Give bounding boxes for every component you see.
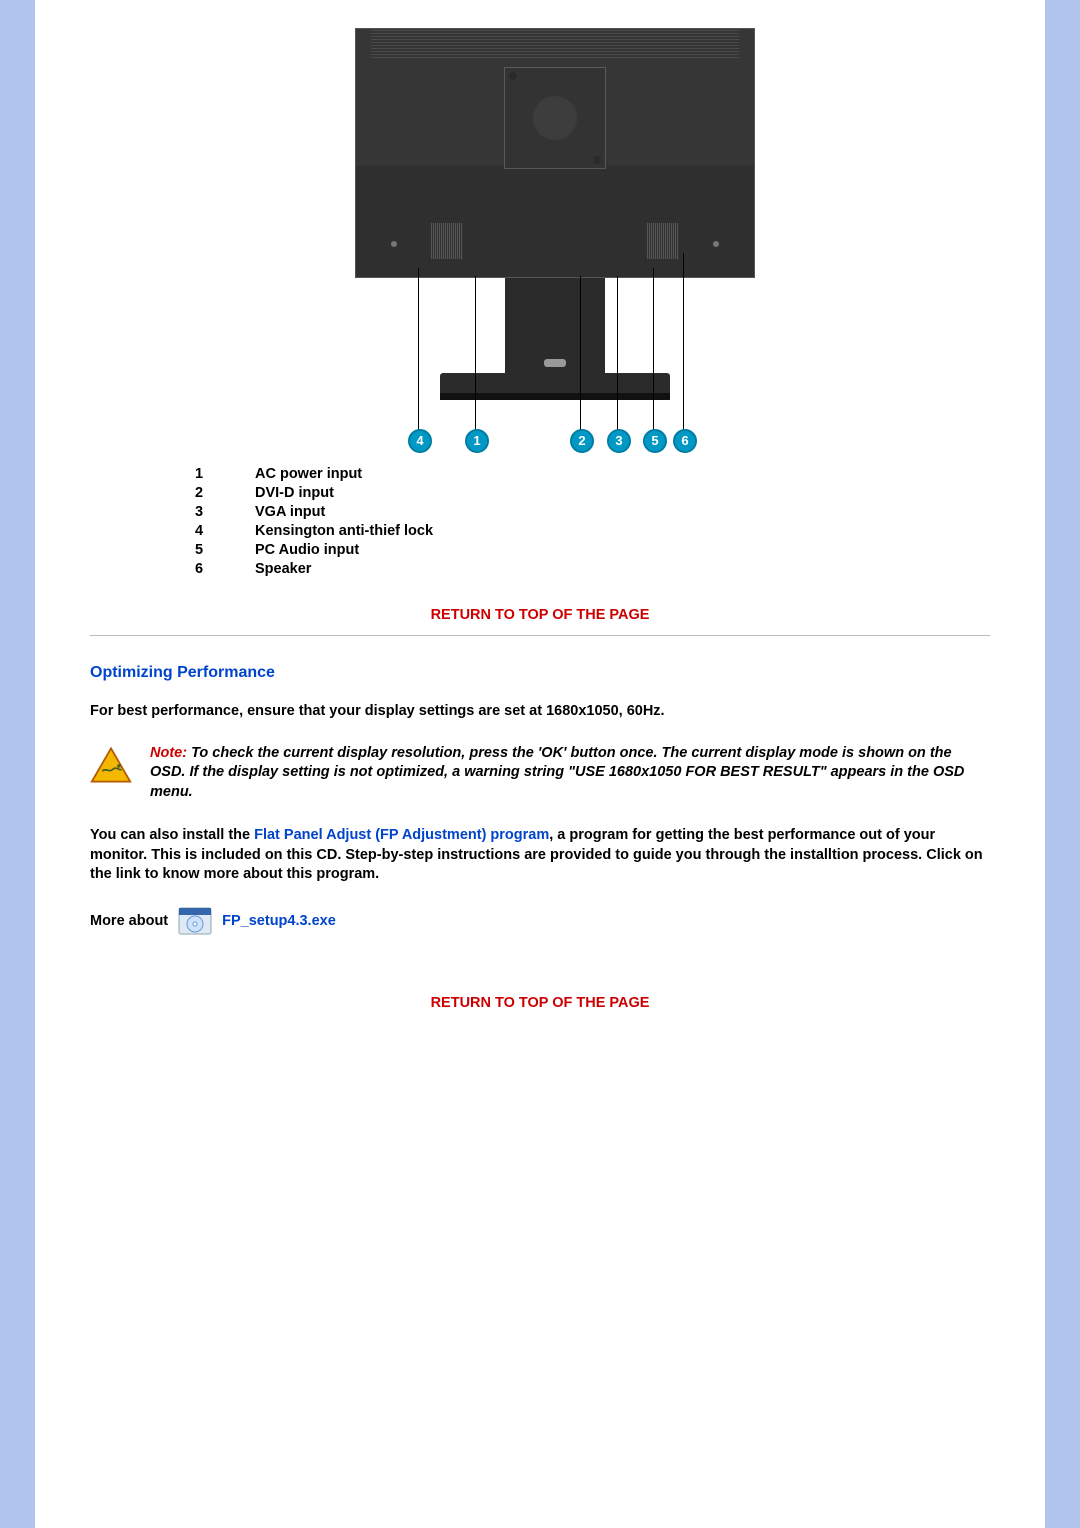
- legend-label: VGA input: [255, 504, 325, 520]
- callout-6: 6: [673, 429, 697, 453]
- legend-list: 1 AC power input 2 DVI-D input 3 VGA inp…: [195, 466, 990, 577]
- callout-2: 2: [570, 429, 594, 453]
- content-area: 4 1 2 3 5 6 1 AC power input 2 DVI-D inp…: [35, 0, 1045, 1528]
- legend-row: 1 AC power input: [195, 466, 990, 482]
- legend-num: 6: [195, 561, 255, 577]
- legend-label: Speaker: [255, 561, 311, 577]
- legend-num: 3: [195, 504, 255, 520]
- monitor-diagram: 4 1 2 3 5 6: [90, 28, 990, 454]
- legend-row: 6 Speaker: [195, 561, 990, 577]
- section-heading: Optimizing Performance: [90, 664, 990, 682]
- legend-num: 2: [195, 485, 255, 501]
- warning-icon: [90, 746, 132, 803]
- return-to-top-link[interactable]: RETURN TO TOP OF THE PAGE: [90, 607, 990, 623]
- legend-num: 5: [195, 542, 255, 558]
- callout-1: 1: [465, 429, 489, 453]
- note-text: Note: To check the current display resol…: [150, 744, 990, 803]
- return-to-top-link[interactable]: RETURN TO TOP OF THE PAGE: [90, 995, 990, 1011]
- paragraph-fp-adjust: You can also install the Flat Panel Adju…: [90, 826, 990, 885]
- cd-icon: [178, 907, 212, 935]
- note-prefix: Note:: [150, 745, 187, 761]
- callout-4: 4: [408, 429, 432, 453]
- callout-3: 3: [607, 429, 631, 453]
- more-about-label: More about: [90, 913, 168, 929]
- divider: [90, 635, 990, 636]
- legend-row: 4 Kensington anti-thief lock: [195, 523, 990, 539]
- legend-row: 2 DVI-D input: [195, 485, 990, 501]
- note-block: Note: To check the current display resol…: [90, 744, 990, 803]
- legend-label: PC Audio input: [255, 542, 359, 558]
- legend-num: 4: [195, 523, 255, 539]
- legend-row: 5 PC Audio input: [195, 542, 990, 558]
- intro-text: For best performance, ensure that your d…: [90, 702, 990, 722]
- fp-setup-link[interactable]: FP_setup4.3.exe: [222, 913, 336, 929]
- note-body: To check the current display resolution,…: [150, 745, 964, 800]
- legend-num: 1: [195, 466, 255, 482]
- legend-label: DVI-D input: [255, 485, 334, 501]
- monitor-rear-illustration: [355, 28, 755, 278]
- para2-pre: You can also install the: [90, 827, 254, 843]
- legend-label: Kensington anti-thief lock: [255, 523, 433, 539]
- fp-adjust-link[interactable]: Flat Panel Adjust (FP Adjustment) progra…: [254, 827, 549, 843]
- legend-label: AC power input: [255, 466, 362, 482]
- callout-5: 5: [643, 429, 667, 453]
- more-about-row: More about FP_setup4.3.exe: [90, 907, 990, 935]
- legend-row: 3 VGA input: [195, 504, 990, 520]
- page-background: 4 1 2 3 5 6 1 AC power input 2 DVI-D inp…: [0, 0, 1080, 1528]
